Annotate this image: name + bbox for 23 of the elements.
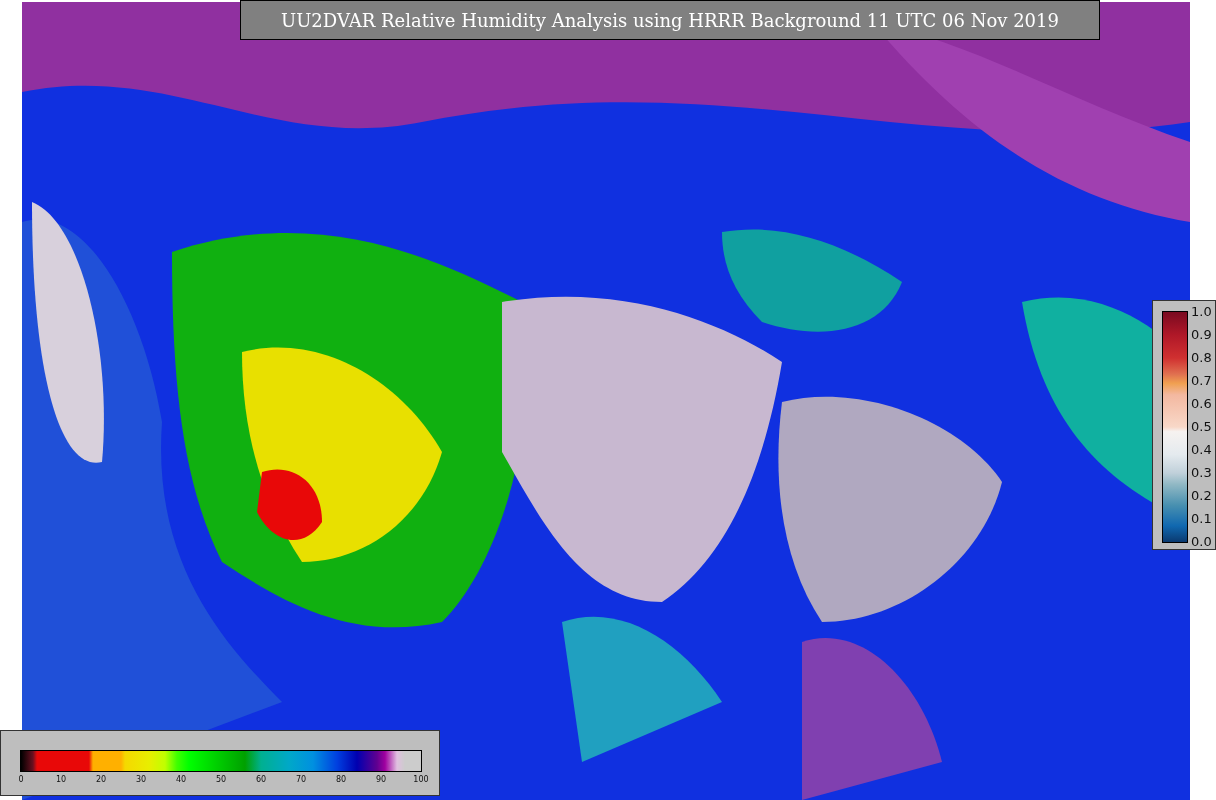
colorbar-tick-label: 40 (175, 775, 187, 784)
colorbar-tick-label: 100 (413, 775, 429, 784)
colorbar-tick-label: 0 (18, 775, 24, 784)
colorbar-tick-label: 0.2 (1191, 488, 1212, 503)
colorbar-tick-label: 30 (135, 775, 147, 784)
colorbar-tick-label: 50 (215, 775, 227, 784)
colorbar-tick-label: 0.5 (1191, 419, 1212, 434)
colorbar-tick-label: 90 (375, 775, 387, 784)
colorbar-tick-label: 0.3 (1191, 465, 1212, 480)
colorbar-tick-label: 1.0 (1191, 304, 1212, 319)
colorbar-tick-label: 0.7 (1191, 373, 1212, 388)
colorbar-tick-label: 60 (255, 775, 267, 784)
colorbar-tick-label: 70 (295, 775, 307, 784)
colorbar-tick-label: 0.0 (1191, 534, 1212, 549)
colorbar-tick-label: 0.8 (1191, 350, 1212, 365)
colorbar-tick-label: 0.4 (1191, 442, 1212, 457)
colorbar-tick-label: 80 (335, 775, 347, 784)
colorbar-tick-label: 0.1 (1191, 511, 1212, 526)
colorbar-tick-label: 10 (55, 775, 67, 784)
colorbar-tick-label: 0.9 (1191, 327, 1212, 342)
map-title: UU2DVAR Relative Humidity Analysis using HRRR Background 11 UTC 06 Nov 2019 (240, 0, 1100, 40)
colorbar-tick-label: 20 (95, 775, 107, 784)
colorbar-tick-label: 0.6 (1191, 396, 1212, 411)
